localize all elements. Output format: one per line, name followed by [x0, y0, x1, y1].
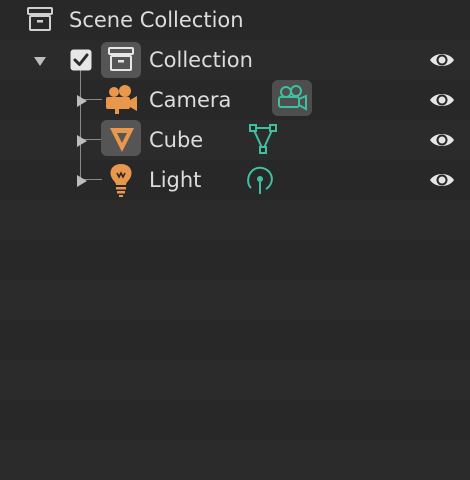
outliner-row-background	[0, 440, 470, 480]
visibility-eye-icon[interactable]	[428, 168, 456, 192]
outliner-row-background	[0, 200, 470, 240]
collection-icon	[107, 46, 135, 74]
mesh-data-icon[interactable]	[248, 123, 278, 155]
visibility-eye-icon[interactable]	[428, 128, 456, 152]
collapse-arrow-icon[interactable]	[33, 53, 47, 67]
object-label-light: Light	[149, 168, 202, 192]
object-label-cube: Cube	[149, 128, 204, 152]
object-row-camera[interactable]: Camera	[0, 80, 470, 120]
scene-collection-label: Scene Collection	[69, 8, 244, 32]
camera-data-icon[interactable]	[276, 84, 308, 114]
collection-row[interactable]: Collection	[0, 40, 470, 80]
scene-collection-row[interactable]: Scene Collection	[0, 0, 470, 40]
outliner-row-background	[0, 360, 470, 400]
camera-icon	[104, 84, 138, 116]
light-data-icon[interactable]	[246, 164, 274, 196]
exclude-checkbox[interactable]	[70, 49, 92, 71]
object-row-light[interactable]: Light	[0, 160, 470, 200]
collection-label: Collection	[149, 48, 253, 72]
expand-arrow-icon[interactable]	[75, 133, 89, 147]
outliner-row-background	[0, 320, 470, 360]
outliner-row-background	[0, 280, 470, 320]
object-row-cube[interactable]: Cube	[0, 120, 470, 160]
outliner-panel: Scene Collection Collection Camera Cube …	[0, 0, 470, 480]
visibility-eye-icon[interactable]	[428, 48, 456, 72]
scene-collection-icon	[26, 6, 54, 34]
outliner-row-background	[0, 240, 470, 280]
outliner-row-background	[0, 400, 470, 440]
mesh-cube-icon	[107, 124, 137, 154]
expand-arrow-icon[interactable]	[75, 93, 89, 107]
object-label-camera: Camera	[149, 88, 232, 112]
expand-arrow-icon[interactable]	[75, 173, 89, 187]
visibility-eye-icon[interactable]	[428, 88, 456, 112]
light-icon	[107, 163, 135, 197]
